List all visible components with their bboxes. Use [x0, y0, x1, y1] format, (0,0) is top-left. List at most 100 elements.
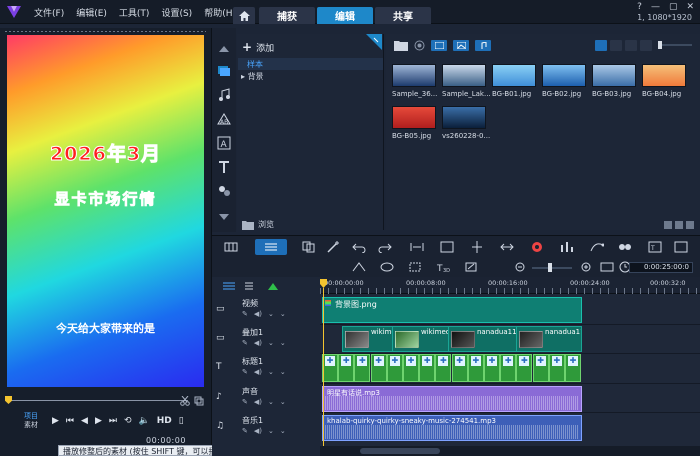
preview-screen[interactable]: 2026年3月 显卡市场行情 今天给大家带来的是: [7, 35, 204, 387]
zoom-out-icon[interactable]: [514, 261, 528, 273]
go-end-icon[interactable]: ⏭: [109, 416, 117, 426]
add-marker-icon[interactable]: [266, 281, 280, 291]
library-option-b-icon[interactable]: [675, 221, 683, 229]
track-header[interactable]: T 标题1 ✎ ◀) ⌄ ⌄: [212, 354, 320, 382]
overlay-clip-3[interactable]: nanadua11-: [448, 326, 518, 352]
title-text-icon[interactable]: A: [217, 136, 231, 150]
color-wheel-icon[interactable]: [530, 241, 544, 253]
track-header[interactable]: ▭ 视频 ✎ ◀) ⌄ ⌄: [212, 296, 320, 324]
music-note-icon[interactable]: [217, 88, 231, 102]
home-tab[interactable]: [233, 7, 255, 24]
thumbnail-size-slider[interactable]: [658, 41, 692, 49]
preview-scrubber[interactable]: [5, 396, 188, 404]
fit-project-icon[interactable]: [600, 261, 614, 273]
scissors-icon[interactable]: [180, 396, 190, 406]
options-corner-icon[interactable]: [366, 34, 382, 50]
mute-icon[interactable]: ◀): [254, 310, 262, 318]
track-header[interactable]: ▭ 叠加1 ✎ ◀) ⌄ ⌄: [212, 325, 320, 353]
track-header[interactable]: ♫ 音乐1 ✎ ◀) ⌄ ⌄: [212, 413, 320, 441]
expand-icon[interactable]: ⌄: [268, 398, 274, 406]
redo-icon[interactable]: [378, 241, 392, 253]
edit-icon[interactable]: ✎: [242, 427, 248, 435]
menu-file[interactable]: 文件(F): [34, 6, 64, 19]
mute-icon[interactable]: ◀): [254, 368, 262, 376]
library-thumbnail[interactable]: BG-B01.jpg: [492, 64, 536, 98]
ripple-icon[interactable]: [500, 241, 514, 253]
title-clip[interactable]: [403, 354, 419, 382]
library-thumbnail[interactable]: BG-B04.jpg: [642, 64, 686, 98]
title-clip[interactable]: [370, 354, 387, 382]
library-thumbnail[interactable]: vs260228-0...: [442, 106, 490, 140]
copy-icon[interactable]: [194, 396, 204, 406]
title-clip[interactable]: [532, 354, 549, 382]
prev-frame-icon[interactable]: ◀: [81, 416, 88, 426]
title-clip[interactable]: [386, 354, 403, 382]
mask-icon[interactable]: [380, 261, 394, 273]
menu-help[interactable]: 帮助(H): [204, 6, 236, 19]
edit-icon[interactable]: ✎: [242, 368, 248, 376]
copy-clip-icon[interactable]: [302, 241, 316, 253]
overlay-clip-2[interactable]: wikimedi: [392, 326, 450, 352]
filter-audio-button[interactable]: [475, 40, 491, 51]
music-clip[interactable]: khalab-quirky-quirky-sneaky-music-274541…: [322, 415, 582, 441]
screen-capture-icon[interactable]: [440, 241, 454, 253]
slider-knob[interactable]: [658, 41, 662, 49]
library-thumbnail[interactable]: BG-B02.jpg: [542, 64, 586, 98]
title-clip[interactable]: [516, 354, 533, 382]
track-manager-icon[interactable]: [222, 281, 236, 291]
filter-video-button[interactable]: [431, 40, 447, 51]
undo-icon[interactable]: [352, 241, 366, 253]
menu-settings[interactable]: 设置(S): [161, 6, 192, 19]
motion-icon[interactable]: [590, 241, 604, 253]
add-folder-button[interactable]: + 添加: [242, 40, 274, 54]
chapter-icon[interactable]: [244, 281, 258, 291]
mute-icon[interactable]: ◀): [254, 339, 262, 347]
more-icon[interactable]: ⌄: [280, 310, 286, 318]
track-header[interactable]: ♪ 声音 ✎ ◀) ⌄ ⌄: [212, 384, 320, 412]
title-clip[interactable]: [451, 354, 468, 382]
expand-icon[interactable]: ⌄: [268, 427, 274, 435]
effects-icon[interactable]: [217, 184, 231, 198]
more-icon[interactable]: ⌄: [280, 368, 286, 376]
tree-item-backgrounds[interactable]: ▸ 背景: [241, 71, 264, 82]
more-icon[interactable]: ⌄: [280, 339, 286, 347]
detail-view-button[interactable]: [625, 40, 637, 51]
filter-photo-button[interactable]: [453, 40, 469, 51]
subtitle-icon[interactable]: T: [648, 241, 662, 253]
hd-toggle[interactable]: HD: [157, 416, 172, 426]
menu-tools[interactable]: 工具(T): [119, 6, 150, 19]
edit-icon[interactable]: ✎: [242, 398, 248, 406]
tab-capture[interactable]: 捕获: [259, 7, 315, 24]
title-clip[interactable]: [322, 354, 338, 382]
text-t-icon[interactable]: [217, 160, 231, 174]
triangle-up-icon[interactable]: [217, 42, 231, 56]
zoom-in-icon[interactable]: [580, 261, 594, 273]
timeline-settings-icon[interactable]: [674, 241, 688, 253]
scrollbar-thumb[interactable]: [360, 448, 440, 454]
fit-width-icon[interactable]: [410, 241, 424, 253]
menu-edit[interactable]: 编辑(E): [76, 6, 107, 19]
expand-icon[interactable]: ⌄: [268, 368, 274, 376]
library-thumbnail[interactable]: BG-B05.jpg: [392, 106, 436, 140]
grid-view-button[interactable]: [595, 40, 607, 51]
import-folder-icon[interactable]: [394, 40, 408, 51]
expand-icon[interactable]: ⌄: [268, 310, 274, 318]
overlay-clip-4[interactable]: nanadua11: [516, 326, 582, 352]
library-thumbnail[interactable]: BG-B03.jpg: [592, 64, 636, 98]
audio-mixer-icon[interactable]: [560, 241, 574, 253]
help-icon[interactable]: ?: [637, 2, 642, 12]
next-frame-icon[interactable]: ▶: [95, 416, 102, 426]
list-view-button[interactable]: [610, 40, 622, 51]
voice-clip[interactable]: 明星有话说.mp3: [322, 386, 582, 412]
mode-clip[interactable]: 素材: [24, 421, 38, 430]
title-clip[interactable]: [484, 354, 500, 382]
mode-project[interactable]: 项目: [24, 412, 38, 421]
transition-icon[interactable]: AB: [217, 112, 231, 126]
timeline-scrollbar[interactable]: [320, 446, 700, 456]
paint-icon[interactable]: [464, 261, 478, 273]
title-clip[interactable]: [419, 354, 436, 382]
mute-icon[interactable]: ◀): [254, 427, 262, 435]
timeline-zoom-slider[interactable]: [532, 267, 572, 269]
title-clip[interactable]: [500, 354, 517, 382]
tree-item-samples[interactable]: 样本: [247, 59, 263, 70]
